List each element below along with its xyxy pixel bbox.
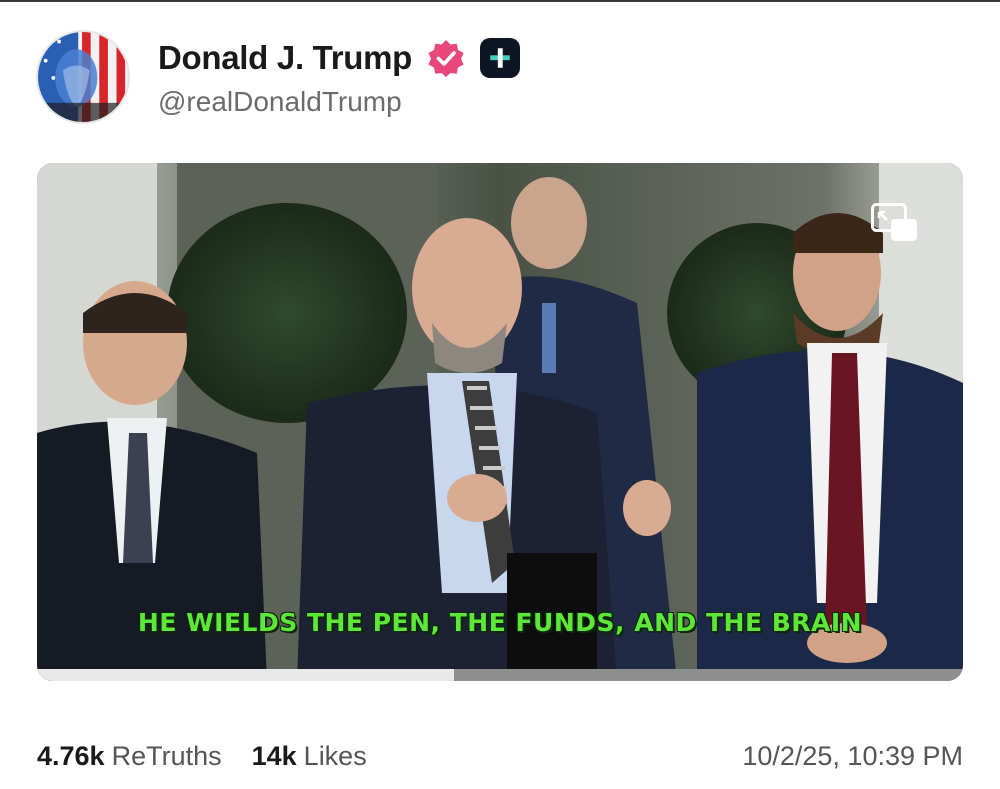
video-player[interactable]: HE WIELDS THE PEN, THE FUNDS, AND THE BR… <box>37 163 963 681</box>
video-progress-fill <box>37 669 454 681</box>
post-header: Donald J. Trump @realDonaldTrump <box>36 30 521 124</box>
video-caption: HE WIELDS THE PEN, THE FUNDS, AND THE BR… <box>137 608 863 637</box>
retruths-label: ReTruths <box>111 740 222 771</box>
author-handle[interactable]: @realDonaldTrump <box>158 86 520 118</box>
video-progress-bar[interactable] <box>37 669 963 681</box>
video-frame <box>37 163 963 681</box>
avatar[interactable] <box>36 30 130 124</box>
retruths-stat[interactable]: 4.76k ReTruths <box>37 741 222 772</box>
picture-in-picture-icon[interactable] <box>871 203 919 243</box>
flag-portrait-avatar-icon <box>38 32 128 122</box>
top-divider <box>0 0 1000 2</box>
post-timestamp[interactable]: 10/2/25, 10:39 PM <box>742 741 963 772</box>
retruths-count: 4.76k <box>37 740 105 771</box>
likes-label: Likes <box>303 740 367 771</box>
post-footer: 4.76k ReTruths 14k Likes 10/2/25, 10:39 … <box>37 736 963 776</box>
likes-stat[interactable]: 14k Likes <box>252 741 367 772</box>
verified-badge-icon <box>426 38 466 78</box>
likes-count: 14k <box>251 740 297 771</box>
truth-plus-icon <box>480 38 521 78</box>
author-name[interactable]: Donald J. Trump <box>158 39 412 77</box>
